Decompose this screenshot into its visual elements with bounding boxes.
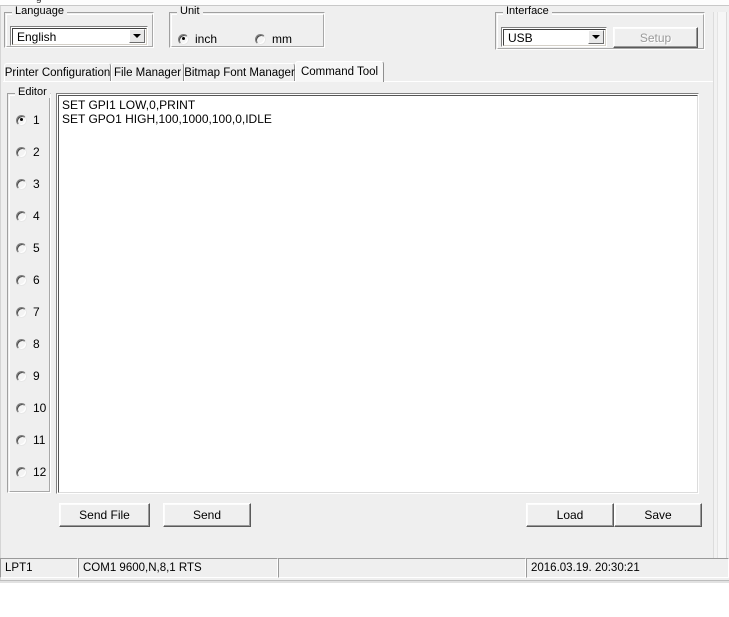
editor-radio-3-label: 3 — [33, 177, 40, 191]
editor-radio-2[interactable]: 2 — [16, 145, 40, 159]
load-button-label: Load — [556, 508, 584, 522]
language-groupbox: Language English — [4, 6, 154, 48]
unit-radio-inch-label: inch — [195, 32, 218, 46]
language-combobox-value: English — [17, 29, 57, 44]
radio-indicator-inch — [178, 33, 189, 45]
interface-combobox[interactable]: USB — [501, 27, 607, 47]
command-editor-inner: SET GPI1 LOW,0,PRINT SET GPO1 HIGH,100,1… — [58, 95, 698, 493]
unit-groupbox: Unit inch mm — [169, 6, 325, 48]
language-combobox-inner: English — [12, 28, 147, 45]
editor-radio-9-label: 9 — [33, 369, 40, 383]
editor-radio-6-label: 6 — [33, 273, 40, 287]
editor-radio-6[interactable]: 6 — [16, 273, 40, 287]
radio-indicator-editor-12 — [16, 466, 27, 478]
editor-radio-7[interactable]: 7 — [16, 305, 40, 319]
tab-bitmap-font-manager[interactable]: Bitmap Font Manager — [184, 63, 295, 81]
language-group-title: Language — [12, 6, 67, 17]
interface-groupbox: Interface USB Setup — [495, 6, 705, 50]
statusbar-datetime: 2016.03.19. 20:30:21 — [526, 558, 729, 578]
editor-radio-1-label: 1 — [33, 113, 40, 127]
setup-button[interactable]: Setup — [613, 27, 698, 48]
command-editor-text[interactable]: SET GPI1 LOW,0,PRINT SET GPO1 HIGH,100,1… — [62, 98, 695, 126]
editor-group-title: Editor — [15, 87, 50, 98]
tab-command-tool-label: Command Tool — [300, 66, 379, 78]
radio-indicator-editor-5 — [16, 242, 27, 254]
interface-group-title: Interface — [503, 6, 552, 17]
radio-indicator-editor-10 — [16, 402, 27, 414]
radio-indicator-mm — [255, 33, 266, 45]
interface-combobox-value: USB — [508, 30, 533, 45]
editor-radio-12[interactable]: 12 — [16, 465, 46, 479]
tab-printer-configuration[interactable]: Printer Configuration — [4, 63, 111, 81]
radio-indicator-editor-3 — [16, 178, 27, 190]
editor-radio-7-label: 7 — [33, 305, 40, 319]
radio-indicator-editor-6 — [16, 274, 27, 286]
titlebar-text-remnant: g — [36, 0, 42, 4]
editor-radio-8-label: 8 — [33, 337, 40, 351]
editor-radio-12-label: 12 — [33, 465, 47, 479]
statusbar-port: LPT1 — [0, 558, 78, 578]
radio-indicator-editor-9 — [16, 370, 27, 382]
radio-indicator-editor-2 — [16, 146, 27, 158]
save-button[interactable]: Save — [614, 503, 702, 527]
main-tabstrip: Printer Configuration File Manager Bitma… — [4, 61, 724, 82]
command-editor-area[interactable]: SET GPI1 LOW,0,PRINT SET GPO1 HIGH,100,1… — [56, 93, 699, 494]
application-window: g Language English Unit inch mm — [0, 0, 729, 617]
radio-indicator-editor-4 — [16, 210, 27, 222]
editor-radio-8[interactable]: 8 — [16, 337, 40, 351]
editor-radio-1[interactable]: 1 — [16, 113, 40, 127]
window-bottom-bar — [0, 580, 729, 583]
window-right-gutter — [713, 12, 729, 564]
editor-radio-4[interactable]: 4 — [16, 209, 40, 223]
editor-radio-4-label: 4 — [33, 209, 40, 223]
load-button[interactable]: Load — [526, 503, 614, 527]
setup-button-label: Setup — [639, 30, 672, 45]
send-file-button-label: Send File — [79, 508, 130, 522]
tab-file-manager[interactable]: File Manager — [111, 63, 184, 81]
send-button[interactable]: Send — [163, 503, 251, 527]
tab-printer-configuration-label: Printer Configuration — [4, 66, 111, 79]
scrollbar-track[interactable] — [717, 12, 727, 564]
send-file-button[interactable]: Send File — [59, 503, 150, 527]
unit-group-title: Unit — [177, 6, 203, 17]
chevron-down-icon[interactable] — [588, 30, 604, 44]
editor-radio-2-label: 2 — [33, 145, 40, 159]
unit-radio-mm-label: mm — [272, 32, 292, 46]
radio-indicator-editor-8 — [16, 338, 27, 350]
statusbar-datetime-text: 2016.03.19. 20:30:21 — [531, 562, 640, 574]
send-button-label: Send — [192, 508, 222, 522]
statusbar-spacer — [278, 558, 526, 578]
editor-radio-5-label: 5 — [33, 241, 40, 255]
editor-radio-9[interactable]: 9 — [16, 369, 40, 383]
editor-radio-10[interactable]: 10 — [16, 401, 46, 415]
save-button-label: Save — [644, 508, 672, 522]
statusbar-serial: COM1 9600,N,8,1 RTS — [78, 558, 278, 578]
window-bottom-edge — [0, 580, 729, 617]
statusbar-serial-text: COM1 9600,N,8,1 RTS — [83, 562, 202, 574]
editor-radio-3[interactable]: 3 — [16, 177, 40, 191]
language-combobox[interactable]: English — [10, 26, 148, 46]
tab-bitmap-font-manager-label: Bitmap Font Manager — [184, 66, 295, 79]
unit-radio-inch[interactable]: inch — [178, 32, 217, 46]
tab-command-tool[interactable]: Command Tool — [295, 61, 384, 82]
chevron-down-icon[interactable] — [129, 29, 145, 43]
radio-indicator-editor-11 — [16, 434, 27, 446]
editor-radio-5[interactable]: 5 — [16, 241, 40, 255]
radio-indicator-editor-7 — [16, 306, 27, 318]
radio-indicator-editor-1 — [16, 114, 27, 126]
editor-radio-10-label: 10 — [33, 401, 47, 415]
statusbar-port-text: LPT1 — [5, 562, 33, 574]
editor-groupbox: Editor 1 2 3 4 5 6 7 8 9 10 11 12 — [7, 87, 51, 493]
editor-radio-11[interactable]: 11 — [16, 433, 45, 447]
editor-radio-11-label: 11 — [33, 433, 46, 447]
statusbar: LPT1 COM1 9600,N,8,1 RTS 2016.03.19. 20:… — [0, 558, 729, 580]
unit-radio-mm[interactable]: mm — [255, 32, 292, 46]
tab-file-manager-label: File Manager — [113, 66, 182, 79]
window-client-area: Language English Unit inch mm Interface — [0, 6, 729, 617]
